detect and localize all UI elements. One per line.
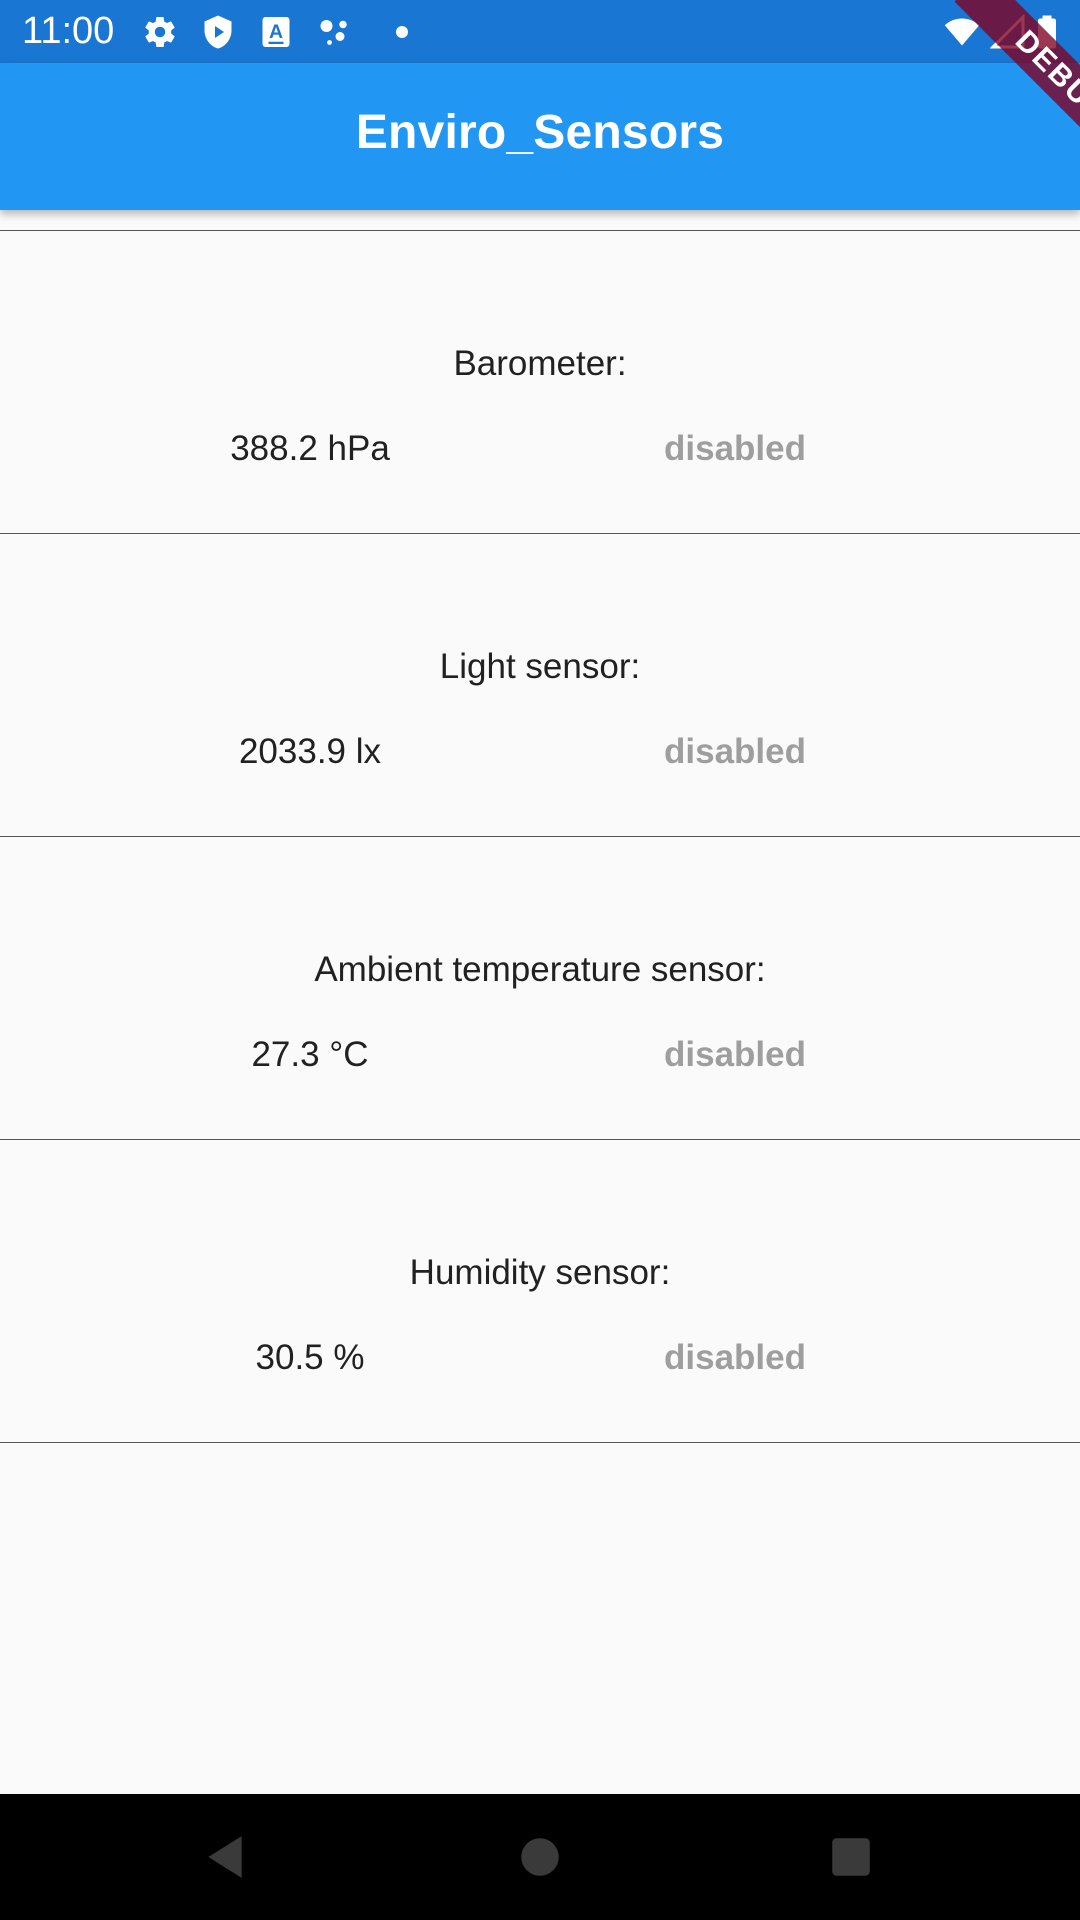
sensor-status: disabled [664,429,806,468]
sensor-row-ambient-temperature: Ambient temperature sensor: 27.3 °C disa… [0,836,1080,1139]
gear-icon [142,14,178,50]
shield-icon [200,14,236,50]
sensor-label: Humidity sensor: [409,1253,671,1292]
sensor-row-humidity: Humidity sensor: 30.5 % disabled [0,1139,1080,1443]
dot-icon [375,14,411,50]
sensor-value: 27.3 °C [251,1035,369,1074]
back-triangle-icon[interactable] [200,1832,250,1882]
keyboard-a-icon: A [258,14,294,50]
recents-square-icon[interactable] [826,1832,876,1882]
navigation-bar [0,1794,1080,1920]
app-title: Enviro_Sensors [355,106,725,159]
sensor-label: Ambient temperature sensor: [314,950,766,989]
home-circle-icon[interactable] [515,1832,565,1882]
app-bar: Enviro_Sensors [0,63,1080,210]
assistant-dots-icon [316,14,352,50]
sensor-status: disabled [664,732,806,771]
sensor-status: disabled [664,1338,806,1377]
sensor-list: Barometer: 388.2 hPa disabled Light sens… [0,230,1080,1443]
sensor-label: Barometer: [453,344,627,383]
sensor-row-barometer: Barometer: 388.2 hPa disabled [0,230,1080,533]
svg-text:A: A [269,21,283,43]
sensor-value: 2033.9 lx [238,732,382,771]
sensor-value: 30.5 % [255,1338,365,1377]
status-time: 11:00 [22,10,115,52]
sensor-row-light: Light sensor: 2033.9 lx disabled [0,533,1080,836]
status-bar: 11:00 A [0,0,1080,63]
sensor-label: Light sensor: [439,647,641,686]
sensor-value: 388.2 hPa [230,429,390,468]
sensor-status: disabled [664,1035,806,1074]
